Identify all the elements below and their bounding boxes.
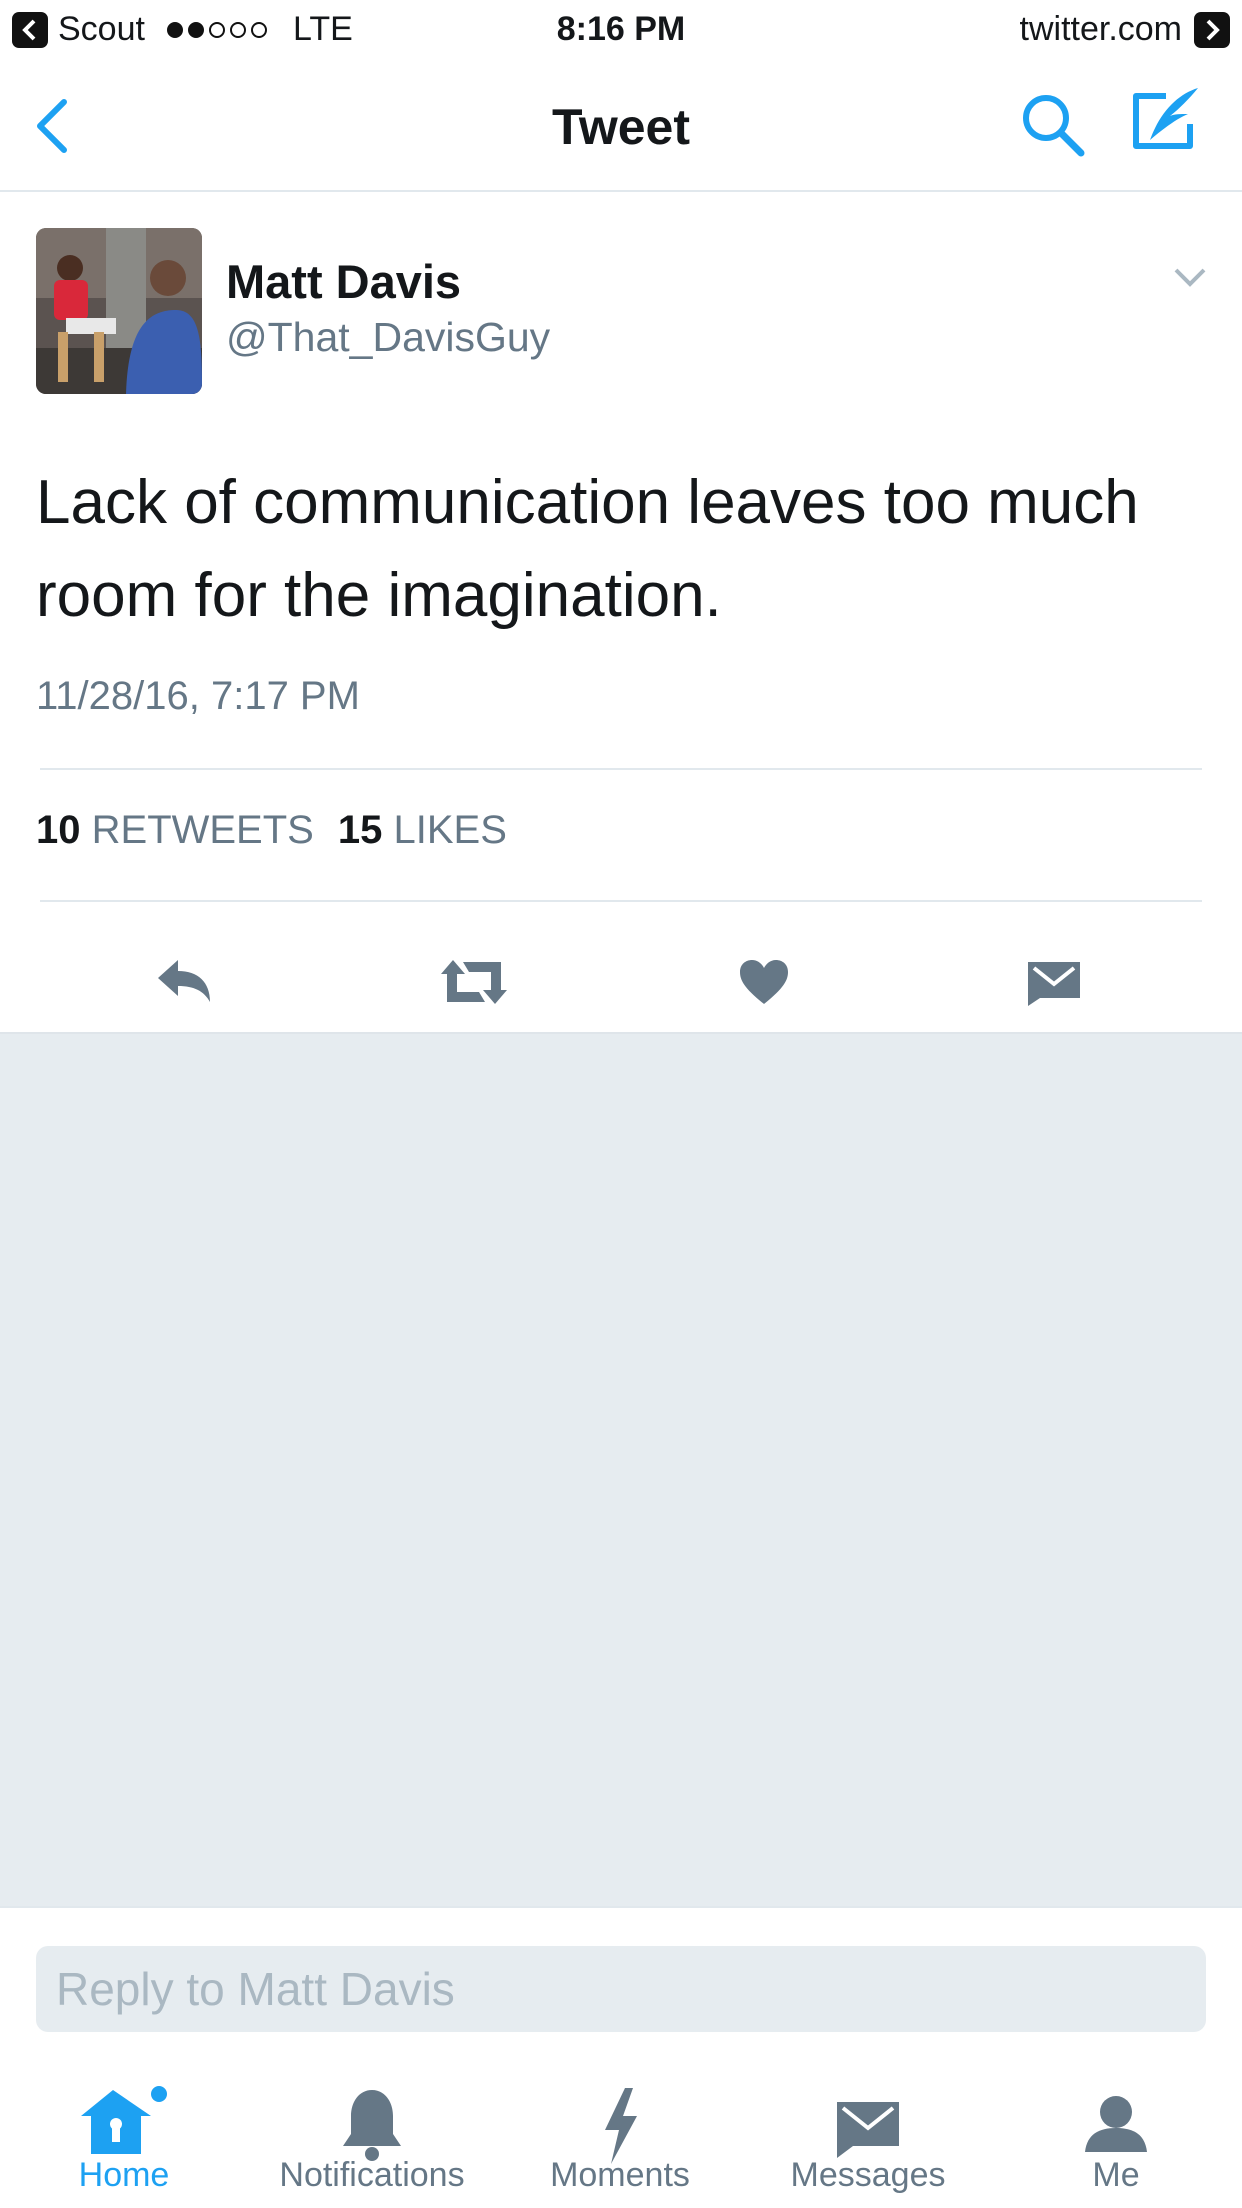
chevron-down-icon[interactable] <box>1172 264 1208 290</box>
site-label[interactable]: twitter.com <box>1020 10 1182 49</box>
tweet-timestamp: 11/28/16, 7:17 PM <box>36 674 360 718</box>
tab-messages[interactable]: Messages <box>744 2040 992 2208</box>
like-heart-icon[interactable] <box>714 932 814 1032</box>
tab-label: Messages <box>790 2156 946 2194</box>
divider <box>40 900 1202 902</box>
divider <box>40 768 1202 770</box>
home-icon <box>74 2086 174 2166</box>
tweet-actions <box>0 932 1242 1032</box>
tab-me[interactable]: Me <box>992 2040 1240 2208</box>
tab-label: Me <box>1092 2156 1140 2194</box>
tab-home[interactable]: Home <box>0 2040 248 2208</box>
forward-to-site-icon[interactable] <box>1194 11 1230 48</box>
likes-stat[interactable]: 15 LIKES <box>338 808 507 853</box>
likes-label: LIKES <box>393 808 507 852</box>
tab-notifications[interactable]: Notifications <box>248 2040 496 2208</box>
empty-replies-area <box>0 1032 1242 1908</box>
user-handle[interactable]: @That_DavisGuy <box>226 314 550 361</box>
tab-label: Notifications <box>279 2156 465 2194</box>
tab-moments[interactable]: Moments <box>496 2040 744 2208</box>
bell-icon <box>322 2086 422 2166</box>
reply-input[interactable] <box>36 1946 1206 2032</box>
compose-tweet-icon[interactable] <box>1128 84 1204 160</box>
direct-message-icon[interactable] <box>1004 932 1104 1032</box>
nav-header: Tweet <box>0 62 1242 192</box>
retweets-stat[interactable]: 10 RETWEETS <box>36 808 314 853</box>
avatar[interactable] <box>36 228 202 394</box>
tab-label: Home <box>78 2156 170 2194</box>
search-icon[interactable] <box>1018 90 1088 160</box>
tweet-detail: Matt Davis @That_DavisGuy Lack of commun… <box>0 192 1242 1032</box>
tab-bar: Home Notifications Moments Messages Me <box>0 2040 1242 2208</box>
lightning-icon <box>570 2086 670 2166</box>
retweets-count: 10 <box>36 808 81 852</box>
retweet-icon[interactable] <box>424 932 524 1032</box>
reply-icon[interactable] <box>134 932 234 1032</box>
tab-label: Moments <box>550 2156 690 2194</box>
retweets-label: RETWEETS <box>91 808 314 852</box>
person-icon <box>1066 2086 1166 2166</box>
likes-count: 15 <box>337 808 383 852</box>
envelope-icon <box>818 2086 918 2166</box>
status-bar: Scout LTE 8:16 PM twitter.com <box>0 0 1242 62</box>
tweet-text: Lack of communication leaves too much ro… <box>36 468 1139 630</box>
engagement-stats: 10 RETWEETS 15 LIKES <box>36 808 507 853</box>
reply-bar <box>0 1906 1242 2032</box>
user-name[interactable]: Matt Davis <box>226 254 461 309</box>
